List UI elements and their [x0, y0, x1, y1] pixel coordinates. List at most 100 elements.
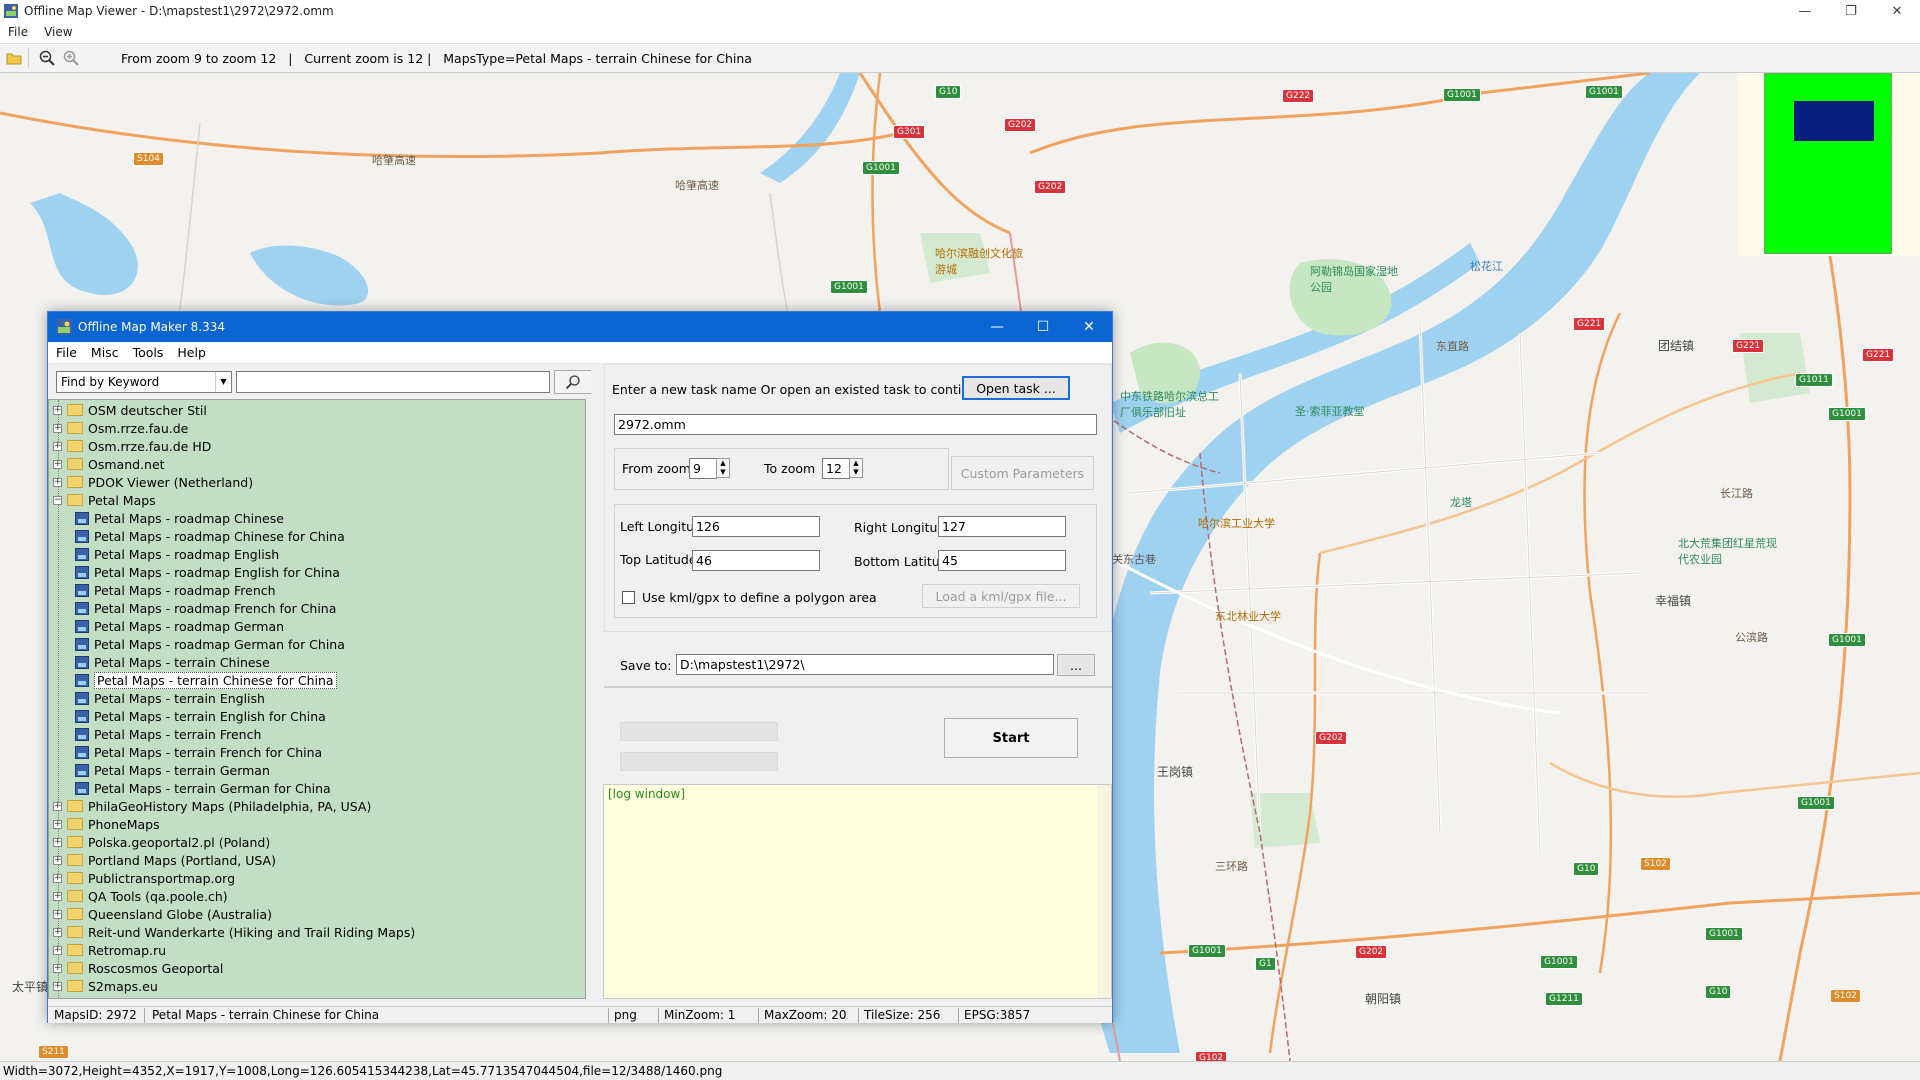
expand-icon[interactable]: +: [53, 945, 62, 955]
tree-map-item[interactable]: Petal Maps - terrain English: [75, 689, 265, 707]
dialog-menu-file[interactable]: File: [48, 345, 83, 360]
tree-map-item[interactable]: Petal Maps - terrain Chinese for China: [75, 671, 337, 689]
expand-icon[interactable]: +: [53, 837, 62, 847]
tree-folder-item[interactable]: − Petal Maps: [53, 491, 156, 509]
expand-icon[interactable]: +: [53, 819, 62, 829]
tree-map-item[interactable]: Petal Maps - roadmap Chinese for China: [75, 527, 345, 545]
tree-map-item[interactable]: Petal Maps - terrain Chinese: [75, 653, 270, 671]
tree-map-item[interactable]: Petal Maps - roadmap Chinese: [75, 509, 284, 527]
tree-map-item[interactable]: Petal Maps - terrain French for China: [75, 743, 322, 761]
tree-map-item[interactable]: Petal Maps - roadmap French for China: [75, 599, 336, 617]
expand-icon[interactable]: +: [53, 963, 62, 973]
pane-splitter[interactable]: [591, 364, 597, 999]
expand-icon[interactable]: +: [53, 801, 62, 811]
restore-button[interactable]: ❐: [1828, 0, 1874, 22]
zoom-in-button[interactable]: [61, 48, 81, 68]
tree-folder-item[interactable]: + Roscosmos Geoportal: [53, 959, 223, 977]
tree-folder-item[interactable]: + QA Tools (qa.poole.ch): [53, 887, 228, 905]
expand-icon[interactable]: +: [53, 855, 62, 865]
dialog-titlebar[interactable]: Offline Map Maker 8.334 — ☐ ✕: [48, 312, 1112, 342]
kml-checkbox[interactable]: [622, 591, 635, 604]
bottom-latitude-input[interactable]: 45: [938, 550, 1066, 571]
to-zoom-spinner[interactable]: ▲ ▼: [849, 458, 863, 478]
tree-folder-item[interactable]: + Queensland Globe (Australia): [53, 905, 272, 923]
tree-folder-item[interactable]: +SafeCast Map: [53, 995, 174, 999]
tree-map-item[interactable]: Petal Maps - terrain German for China: [75, 779, 331, 797]
right-longitude-input[interactable]: 127: [938, 516, 1066, 537]
tree-folder-item[interactable]: + PhilaGeoHistory Maps (Philadelphia, PA,…: [53, 797, 371, 815]
menu-file[interactable]: File: [0, 25, 36, 39]
tree-folder-item[interactable]: + Polska.geoportal2.pl (Poland): [53, 833, 270, 851]
dialog-menu-misc[interactable]: Misc: [83, 345, 125, 360]
to-zoom-input[interactable]: 12: [822, 458, 850, 479]
tree-folder-item[interactable]: + Portland Maps (Portland, USA): [53, 851, 276, 869]
expand-icon[interactable]: +: [53, 909, 62, 919]
tree-map-item[interactable]: Petal Maps - roadmap English for China: [75, 563, 340, 581]
tree-item-label: PDOK Viewer (Netherland): [88, 474, 254, 490]
tree-folder-item[interactable]: + Osm.rrze.fau.de: [53, 419, 188, 437]
overview-minimap[interactable]: [1738, 73, 1920, 256]
close-button[interactable]: ✕: [1874, 0, 1920, 22]
tree-folder-item[interactable]: + S2maps.eu: [53, 977, 158, 995]
tree-folder-item[interactable]: + PDOK Viewer (Netherland): [53, 473, 253, 491]
open-folder-button[interactable]: [4, 48, 24, 68]
search-button[interactable]: [554, 370, 592, 394]
tree-map-item[interactable]: Petal Maps - terrain French: [75, 725, 261, 743]
spin-up-icon[interactable]: ▲: [850, 459, 862, 468]
tree-folder-item[interactable]: + Reit-und Wanderkarte (Hiking and Trail …: [53, 923, 415, 941]
menu-view[interactable]: View: [36, 25, 80, 39]
tree-folder-item[interactable]: + Osm.rrze.fau.de HD: [53, 437, 211, 455]
spin-up-icon[interactable]: ▲: [717, 459, 729, 468]
tree-folder-item[interactable]: + Publictransportmap.org: [53, 869, 235, 887]
expand-icon[interactable]: +: [53, 981, 62, 991]
zoom-out-button[interactable]: [37, 48, 57, 68]
tree-map-item[interactable]: Petal Maps - roadmap French: [75, 581, 276, 599]
expand-icon[interactable]: +: [53, 459, 62, 469]
top-latitude-input[interactable]: 46: [692, 550, 820, 571]
open-task-button[interactable]: Open task ...: [962, 376, 1070, 400]
from-zoom-spinner[interactable]: ▲ ▼: [716, 458, 730, 478]
search-mode-dropdown[interactable]: Find by Keyword ▼: [56, 371, 232, 393]
custom-parameters-button[interactable]: Custom Parameters: [951, 456, 1094, 490]
tree-folder-item[interactable]: + Osmand.net: [53, 455, 165, 473]
tree-map-item[interactable]: Petal Maps - roadmap German: [75, 617, 284, 635]
tree-map-item[interactable]: Petal Maps - roadmap English: [75, 545, 279, 563]
map-label: 王岗镇: [1157, 765, 1194, 779]
expand-icon[interactable]: +: [53, 441, 62, 451]
left-longitude-input[interactable]: 126: [692, 516, 820, 537]
expand-icon[interactable]: +: [53, 927, 62, 937]
expand-icon[interactable]: +: [53, 405, 62, 415]
dialog-menu-tools[interactable]: Tools: [125, 345, 170, 360]
map-source-tree[interactable]: + OSM deutscher Stil + Osm.rrze.fau.de + Osm.…: [48, 399, 586, 999]
collapse-icon[interactable]: −: [53, 495, 62, 505]
minimap-viewport[interactable]: [1794, 101, 1874, 141]
dialog-maximize-button[interactable]: ☐: [1020, 312, 1066, 342]
save-to-input[interactable]: D:\mapstest1\2972\: [676, 654, 1054, 675]
log-window[interactable]: [log window]: [603, 784, 1112, 999]
spin-down-icon[interactable]: ▼: [850, 468, 862, 477]
browse-button[interactable]: ...: [1057, 654, 1095, 676]
dialog-menu-help[interactable]: Help: [169, 345, 212, 360]
tree-folder-item[interactable]: + OSM deutscher Stil: [53, 401, 207, 419]
tree-map-item[interactable]: Petal Maps - terrain English for China: [75, 707, 326, 725]
tree-folder-item[interactable]: + PhoneMaps: [53, 815, 160, 833]
task-name-input[interactable]: 2972.omm: [614, 414, 1097, 435]
minimize-button[interactable]: —: [1782, 0, 1828, 22]
expand-icon[interactable]: +: [53, 477, 62, 487]
tree-map-item[interactable]: Petal Maps - terrain German: [75, 761, 270, 779]
expand-icon[interactable]: +: [53, 873, 62, 883]
keyword-input[interactable]: [236, 371, 550, 393]
expand-icon[interactable]: +: [53, 423, 62, 433]
start-button[interactable]: Start: [944, 718, 1078, 758]
dialog-minimize-button[interactable]: —: [974, 312, 1020, 342]
from-zoom-input[interactable]: 9: [689, 458, 717, 479]
tree-folder-item[interactable]: + Retromap.ru: [53, 941, 166, 959]
dialog-close-button[interactable]: ✕: [1066, 312, 1112, 342]
tree-item-label: Petal Maps - roadmap Chinese: [94, 510, 284, 526]
offline-map-maker-dialog: Offline Map Maker 8.334 — ☐ ✕ File Misc …: [47, 311, 1113, 1023]
load-kml-button[interactable]: Load a kml/gpx file...: [922, 584, 1080, 608]
log-scrollbar[interactable]: [1097, 785, 1111, 998]
spin-down-icon[interactable]: ▼: [717, 468, 729, 477]
expand-icon[interactable]: +: [53, 891, 62, 901]
tree-map-item[interactable]: Petal Maps - roadmap German for China: [75, 635, 345, 653]
